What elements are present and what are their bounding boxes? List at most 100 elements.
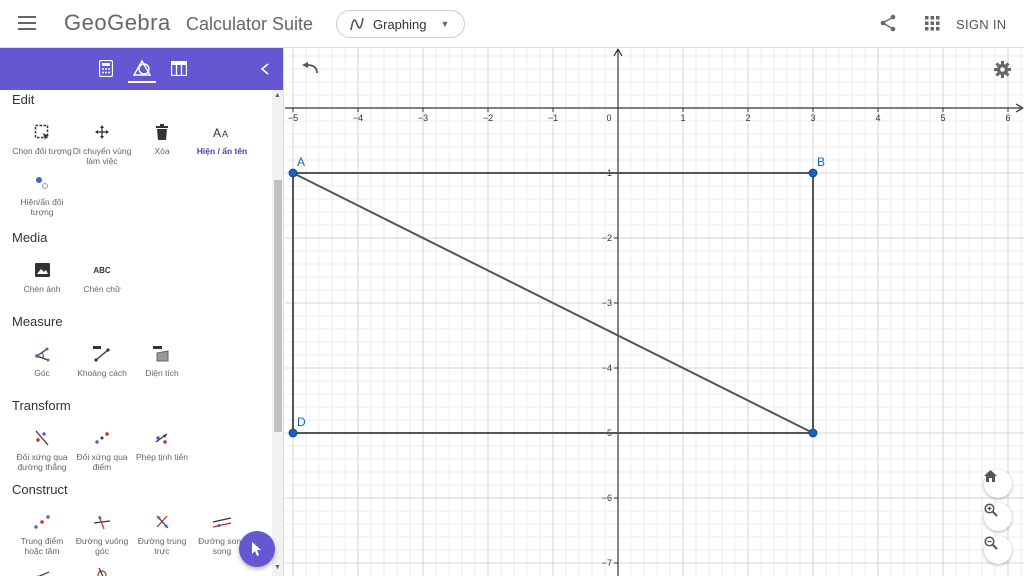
app-title: Calculator Suite — [186, 14, 314, 34]
image-icon — [34, 263, 50, 277]
point-label-d: D — [297, 415, 306, 429]
cursor-arrow-icon — [252, 542, 261, 556]
perpendicular-icon — [93, 515, 111, 530]
tool-select-objects[interactable]: Chọn đối tượng — [11, 120, 73, 156]
gear-icon[interactable] — [994, 61, 1011, 78]
tool-more-1[interactable] — [11, 562, 73, 576]
x-tick-label: −1 — [548, 113, 558, 123]
x-tick-label: −5 — [288, 113, 298, 123]
graph-canvas[interactable]: −5 −4 −3 −2 −1 0 1 2 3 4 5 6−1−2−3−4−5−6−7A BD — [285, 48, 1024, 576]
x-tick-label: 2 — [745, 113, 750, 123]
svg-text:A: A — [213, 126, 221, 138]
tool-perp-bisector[interactable]: Đường trung trực — [131, 510, 193, 556]
tool-perpendicular[interactable]: Đường vuông góc — [71, 510, 133, 556]
y-tick-label: −7 — [602, 558, 612, 568]
apps-grid-icon[interactable] — [925, 16, 940, 31]
tool-label: Đối xứng qua điểm — [76, 452, 128, 472]
section-media: Media — [12, 230, 48, 245]
move-tool-fab[interactable] — [239, 531, 275, 567]
x-tick-label: 0 — [606, 113, 611, 123]
point-label-b: B — [817, 155, 825, 169]
sidebar-toolbar — [0, 48, 283, 90]
zoom-out-icon — [984, 536, 998, 550]
x-tick-label: 3 — [810, 113, 815, 123]
home-icon — [984, 470, 997, 482]
sidebar-scrollbar[interactable]: ▲ ▼ — [272, 90, 283, 576]
zoom-out-button[interactable] — [984, 536, 1012, 564]
reflect-point-icon — [95, 432, 109, 444]
x-tick-label: 1 — [680, 113, 685, 123]
tool-translate[interactable]: Phép tịnh tiến — [131, 426, 193, 462]
tool-label: Di chuyển vùng làm việc — [72, 146, 132, 166]
tool-reflect-line[interactable]: Đối xứng qua đường thẳng — [11, 426, 73, 472]
tool-label: Đường trung trực — [137, 536, 187, 556]
scroll-up-icon[interactable]: ▲ — [274, 92, 281, 99]
point-a[interactable] — [288, 168, 298, 178]
collapse-chevron-icon[interactable] — [260, 63, 270, 75]
tool-label: Hiện/ẩn đối tượng — [20, 197, 64, 217]
tool-midpoint[interactable]: Trung điểm hoặc tâm — [11, 510, 73, 556]
line-tool-icon — [36, 571, 50, 576]
tool-label: Phép tịnh tiến — [136, 452, 188, 462]
scroll-down-icon[interactable]: ▼ — [274, 564, 281, 571]
tool-label: Đường vuông góc — [75, 536, 129, 556]
tool-insert-text[interactable]: ABC Chèn chữ — [71, 258, 133, 295]
label-aa-icon: AA — [213, 126, 228, 138]
x-tick-label: 4 — [875, 113, 880, 123]
tool-reflect-point[interactable]: Đối xứng qua điểm — [71, 426, 133, 472]
section-measure: Measure — [12, 314, 63, 329]
distance-icon — [93, 346, 110, 362]
active-tab-indicator — [128, 81, 156, 83]
zoom-in-icon — [984, 503, 998, 517]
home-button[interactable] — [984, 470, 1012, 498]
x-tick-label: 5 — [940, 113, 945, 123]
app-selector-label: Graphing — [373, 16, 427, 32]
tool-label: Đối xứng qua đường thẳng — [16, 452, 68, 472]
angle-icon — [35, 347, 50, 362]
point-c[interactable] — [808, 428, 818, 438]
sign-in-button[interactable]: SIGN IN — [956, 17, 1007, 32]
point-b[interactable] — [808, 168, 818, 178]
share-icon[interactable] — [879, 14, 897, 32]
move-arrows-icon — [95, 125, 109, 139]
tool-label: Chọn đối tượng — [12, 146, 72, 156]
tools-sidebar: Edit Chọn đối tượng Di chuyển vùng làm v… — [0, 48, 284, 576]
chevron-down-icon: ▼ — [440, 19, 450, 29]
tool-label: Chèn chữ — [83, 284, 121, 294]
tool-label: Xóa — [154, 146, 170, 156]
point-d[interactable] — [288, 428, 298, 438]
graphing-icon — [350, 17, 364, 31]
geogebra-logo: GeoGebra — [64, 10, 171, 35]
app-header: GeoGebra Calculator Suite Graphing ▼ SIG… — [0, 0, 1024, 48]
table-icon[interactable] — [171, 61, 187, 76]
scroll-thumb[interactable] — [274, 180, 282, 432]
text-abc-icon: ABC — [93, 265, 111, 275]
tool-show-hide-label[interactable]: AA Hiện / ẩn tên — [191, 120, 253, 156]
menu-icon[interactable] — [18, 16, 36, 30]
tool-more-2[interactable] — [71, 562, 133, 576]
y-tick-label: −6 — [602, 493, 612, 503]
tool-label: Góc — [34, 368, 50, 378]
y-tick-label: −4 — [602, 363, 612, 373]
undo-icon[interactable] — [302, 62, 320, 76]
tool-insert-image[interactable]: Chèn ảnh — [11, 258, 73, 294]
tool-delete[interactable]: Xóa — [131, 120, 193, 156]
point-label-a: A — [297, 155, 305, 169]
graphics-view[interactable]: −5 −4 −3 −2 −1 0 1 2 3 4 5 6 −1 −2 −3 −4 −5 −6 −7 A B D — [285, 48, 1024, 576]
tool-show-hide-object[interactable]: Hiện/ẩn đối tượng — [11, 171, 73, 217]
app-selector[interactable]: Graphing ▼ — [336, 10, 465, 38]
x-tick-label: −2 — [483, 113, 493, 123]
tool-move-graphics-view[interactable]: Di chuyển vùng làm việc — [71, 120, 133, 166]
zoom-in-button[interactable] — [984, 503, 1012, 531]
trash-icon — [156, 124, 168, 140]
tool-distance[interactable]: Khoảng cách — [71, 342, 133, 378]
tool-angle[interactable]: Góc — [11, 342, 73, 378]
tool-area[interactable]: Diện tích — [131, 342, 193, 378]
calculator-icon[interactable] — [99, 60, 113, 77]
tools-icon[interactable] — [133, 59, 151, 77]
section-edit: Edit — [12, 92, 35, 107]
angle-bisector-icon — [97, 567, 107, 576]
midpoint-icon — [34, 515, 50, 529]
tool-label: Diện tích — [145, 368, 179, 378]
x-tick-label: −3 — [418, 113, 428, 123]
